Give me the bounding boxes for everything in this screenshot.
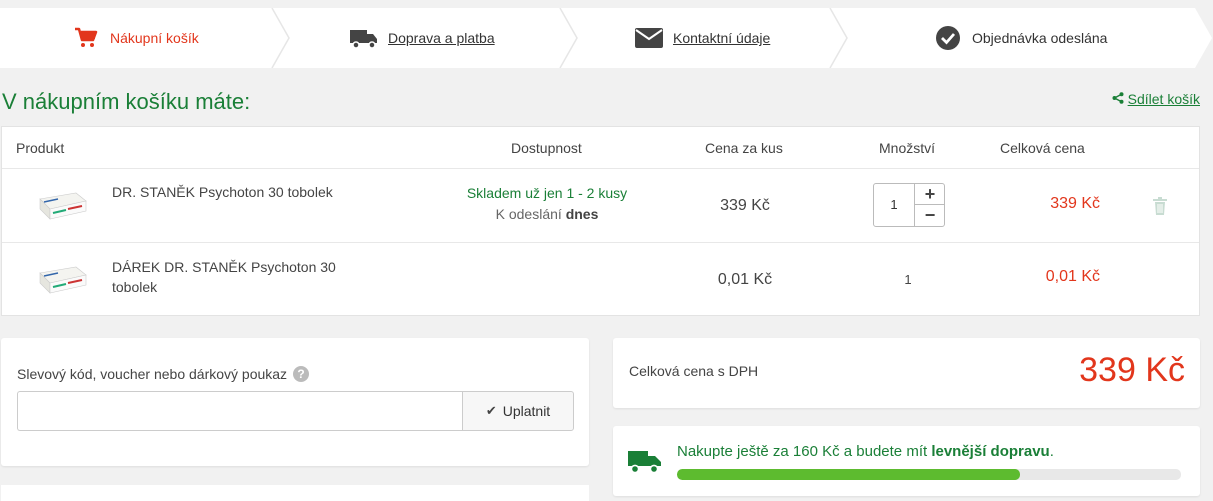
voucher-panel: Slevový kód, voucher nebo dárkový poukaz…: [1, 338, 589, 466]
unit-price: 339 Kč: [720, 197, 770, 214]
progress-fill: [677, 469, 1020, 480]
cart-table: Produkt Dostupnost Cena za kus Množství …: [1, 126, 1200, 316]
envelope-icon: [635, 26, 663, 50]
apply-voucher-button[interactable]: ✔ Uplatnit: [462, 391, 574, 431]
table-row: DÁREK DR. STANĚK Psychoton 30 tobolek 0,…: [2, 243, 1199, 317]
share-cart-link[interactable]: Sdílet košík: [1112, 91, 1200, 107]
help-icon[interactable]: ?: [293, 366, 310, 382]
stock-status: Skladem už jen 1 - 2 kusy: [466, 185, 628, 201]
shipping-message: Nakupte ještě za 160 Kč a budete mít lev…: [677, 443, 1054, 460]
header-product: Produkt: [16, 140, 65, 156]
ship-prefix: K odeslání: [495, 206, 562, 222]
unit-price: 0,01 Kč: [717, 271, 773, 288]
step-label: Objednávka odeslána: [972, 30, 1108, 46]
truck-icon: [628, 451, 661, 474]
header-quantity: Množství: [879, 140, 936, 156]
availability: Skladem už jen 1 - 2 kusy K odeslání dne…: [442, 183, 652, 225]
table-row: DR. STANĚK Psychoton 30 tobolek Skladem …: [2, 169, 1199, 243]
product-name[interactable]: DR. STANĚK Psychoton 30 tobolek: [112, 182, 352, 202]
row-total: 339 Kč: [1050, 195, 1100, 212]
free-shipping-progress: Nakupte ještě za 160 Kč a budete mít lev…: [613, 426, 1200, 496]
msg-bold: levnější dopravu: [931, 443, 1050, 460]
plus-button[interactable]: +: [914, 184, 945, 205]
row-total: 0,01 Kč: [1045, 268, 1100, 285]
check-circle-icon: [934, 26, 962, 50]
checkmark-icon: ✔: [485, 403, 497, 418]
table-header: Produkt Dostupnost Cena za kus Množství …: [2, 127, 1199, 169]
step-contact[interactable]: Kontaktní údaje: [635, 8, 770, 68]
quantity-stepper[interactable]: 1 + −: [873, 183, 945, 227]
cart-icon: [72, 26, 100, 50]
product-image[interactable]: [36, 261, 88, 297]
step-label: Kontaktní údaje: [673, 30, 771, 46]
cart-title: V nákupním košíku máte:: [2, 89, 251, 114]
header-unit-price: Cena za kus: [705, 140, 783, 156]
header-availability: Dostupnost: [511, 140, 582, 156]
shipping-time: K odeslání dnes: [442, 204, 652, 225]
header-total: Celková cena: [1000, 140, 1085, 156]
truck-icon: [350, 26, 378, 50]
msg-prefix: Nakupte ještě za 160 Kč a budete mít: [677, 443, 932, 460]
checkout-steps: Nákupní košík Doprava a platba Kontaktní…: [0, 8, 1213, 68]
share-label: Sdílet košík: [1127, 91, 1200, 107]
quantity-value: 1: [904, 272, 912, 287]
share-icon: [1112, 91, 1124, 107]
product-image[interactable]: [36, 187, 88, 223]
product-name[interactable]: DÁREK DR. STANĚK Psychoton 30 tobolek: [112, 257, 352, 297]
ship-when: dnes: [565, 206, 599, 222]
total-label: Celková cena s DPH: [629, 363, 759, 379]
next-section: [1, 485, 589, 501]
step-shipping-payment[interactable]: Doprava a platba: [350, 8, 495, 68]
minus-button[interactable]: −: [914, 205, 945, 226]
total-summary: Celková cena s DPH 339 Kč: [613, 338, 1200, 408]
apply-label: Uplatnit: [502, 403, 551, 419]
trash-icon[interactable]: [1152, 197, 1168, 215]
msg-suffix: .: [1049, 443, 1054, 460]
voucher-label-wrap: Slevový kód, voucher nebo dárkový poukaz…: [17, 366, 310, 382]
step-cart[interactable]: Nákupní košík: [72, 8, 199, 68]
progress-bar: [677, 469, 1181, 480]
step-label: Nákupní košík: [110, 30, 199, 46]
voucher-label: Slevový kód, voucher nebo dárkový poukaz: [17, 366, 288, 382]
total-price: 339 Kč: [1079, 351, 1185, 389]
step-label: Doprava a platba: [388, 30, 495, 46]
step-order-sent: Objednávka odeslána: [934, 8, 1107, 68]
voucher-input[interactable]: [17, 391, 462, 431]
quantity-input[interactable]: 1: [874, 184, 914, 226]
